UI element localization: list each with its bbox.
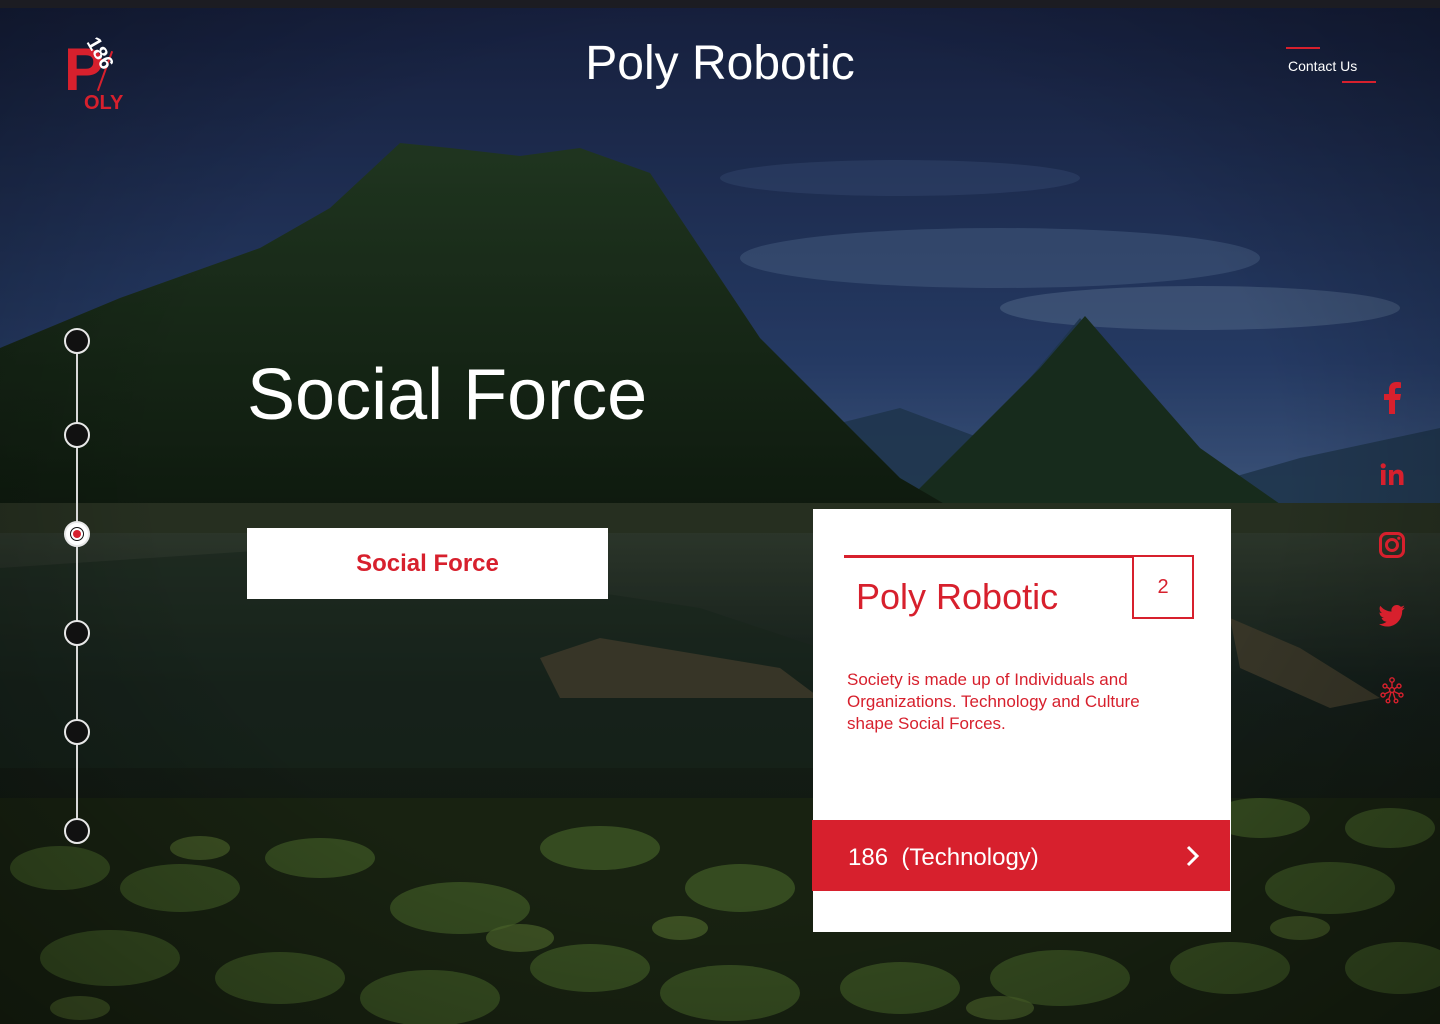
timeline-dot-4[interactable] [64, 620, 90, 646]
contact-underline-top [1286, 47, 1320, 49]
timeline-rail [76, 340, 78, 830]
instagram-icon[interactable] [1376, 529, 1408, 561]
social-force-button[interactable]: Social Force [247, 528, 608, 599]
timeline-dot-2[interactable] [64, 422, 90, 448]
timeline-dot-1[interactable] [64, 328, 90, 354]
top-bar [0, 0, 1440, 8]
timeline-dot-5[interactable] [64, 719, 90, 745]
logo-text: OLY [84, 92, 124, 114]
network-icon[interactable] [1376, 674, 1408, 706]
chevron-right-icon [1186, 845, 1200, 867]
card-index-badge: 2 [1132, 555, 1194, 619]
active-dot-core [73, 530, 81, 538]
contact-us-label: Contact Us [1288, 58, 1358, 74]
facebook-icon[interactable] [1376, 382, 1408, 414]
timeline-dot-6[interactable] [64, 818, 90, 844]
site-title: Poly Robotic [585, 37, 855, 90]
card-title-rule [844, 555, 1134, 558]
card-description: Society is made up of Individuals and Or… [847, 670, 1140, 733]
hero-title: Social Force [247, 355, 648, 435]
timeline-dot-3-active[interactable] [64, 521, 90, 547]
info-card: Poly Robotic 2 Society is made up of Ind… [812, 509, 1231, 932]
contact-us-link[interactable]: Contact Us [1286, 47, 1378, 85]
card-title: Poly Robotic [856, 576, 1059, 617]
contact-underline-bottom [1342, 81, 1376, 83]
card-footer-label: 186 (Technology) [848, 844, 1039, 871]
card-footer-link[interactable]: 186 (Technology) [812, 820, 1230, 891]
section-timeline [62, 326, 92, 846]
twitter-icon[interactable] [1376, 600, 1408, 632]
linkedin-icon[interactable] [1376, 458, 1408, 490]
